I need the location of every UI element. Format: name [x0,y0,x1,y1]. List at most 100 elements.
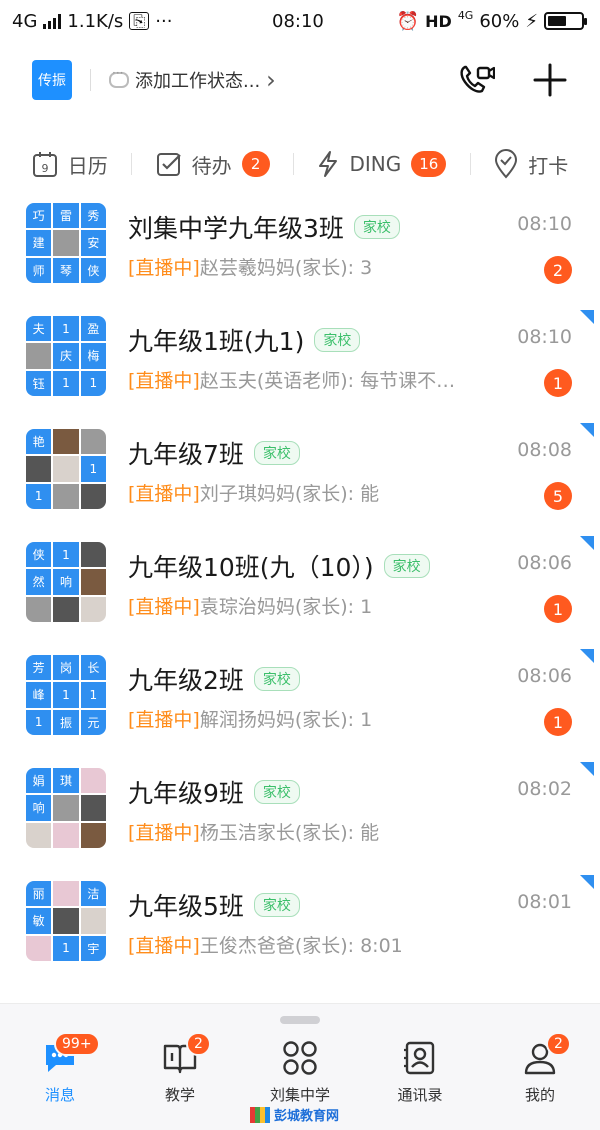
watermark-logo [250,1106,270,1123]
member-photo [80,596,106,622]
conversation-item[interactable]: 芳岗长峰 1 1 1 振元九年级2班 家校 08:06 [直播中]解润扬妈妈(家长): 11 [0,649,600,762]
group-avatar: 侠1然响 [26,542,106,622]
nav-teaching[interactable]: 2 教学 [120,1032,240,1110]
checkbox-icon [156,153,181,176]
conversation-time: 08:10 [517,213,572,235]
phone-video-icon [460,65,495,93]
video-call-button[interactable] [454,58,498,102]
pinned-corner-icon [580,649,594,663]
nav-mine[interactable]: 2 我的 [480,1032,600,1110]
member-photo [26,596,52,622]
unread-badge: 1 [544,595,572,623]
pinned-corner-icon [580,423,594,437]
conversation-item[interactable]: 丽 洁敏 1 宇九年级5班 家校 08:01 [直播中]王俊杰爸爸(家长): 8:01 [0,875,600,988]
conversation-time: 08:08 [517,439,572,461]
member-photo [53,483,79,509]
live-indicator: [直播中] [128,709,200,731]
todo-button[interactable]: 待办 2 [156,150,270,179]
network-speed: 1.1K/s [67,10,124,32]
conversation-preview: [直播中]刘子琪妈妈(家长): 能 [128,479,528,506]
book-icon: 2 [160,1032,211,1076]
member-tile: 元 [80,709,106,735]
member-photo [26,343,52,369]
nav-mine-label: 我的 [524,1086,555,1104]
pinned-corner-icon [580,536,594,550]
drag-handle[interactable] [280,1016,320,1024]
conversation-preview: [直播中]杨玉洁家长(家长): 能 [128,818,528,845]
member-tile: 响 [53,569,79,595]
conversation-preview: [直播中]赵芸羲妈妈(家长): 3 [128,253,528,280]
member-tile: 夫 [26,316,52,342]
conversation-preview: [直播中]赵玉夫(英语老师): 每节课不… [128,366,528,393]
calendar-button[interactable]: 9 日历 [32,150,108,179]
conversation-item[interactable]: 侠 1 然响九年级10班(九（10）) 家校 08:06 [直播中]袁琮治妈妈(家长): … [0,536,600,649]
conversation-preview: [直播中]袁琮治妈妈(家长): 1 [128,592,528,619]
last-message: 刘子琪妈妈(家长): 能 [199,483,380,505]
member-photo [53,230,79,256]
nav-teaching-label: 教学 [164,1086,195,1104]
checkin-label: 打卡 [528,153,569,178]
live-indicator: [直播中] [128,257,200,279]
conversation-title-row: 刘集中学九年级3班 家校 [128,209,400,245]
more-dots-icon: ··· [155,10,173,32]
apps-grid-icon [280,1040,320,1076]
member-tile: 庆 [53,343,79,369]
mine-badge: 2 [546,1032,571,1056]
member-photo [80,822,106,848]
nav-school[interactable]: 刘集中学 [240,1040,360,1110]
member-tile: 师 [26,257,52,283]
quick-divider [293,153,295,175]
conversation-item[interactable]: 娟琪响九年级9班 家校 08:02 [直播中]杨玉洁家长(家长): 能 [0,762,600,875]
calendar-icon: 9 [32,152,57,177]
conversation-title-row: 九年级10班(九（10）) 家校 [128,548,430,584]
home-school-tag: 家校 [253,893,300,917]
conversation-title-row: 九年级1班(九1) 家校 [128,322,361,358]
member-tile: 1 [80,370,106,396]
member-tile: 艳 [26,429,52,455]
conversation-list[interactable]: 巧雷秀建安师琴侠刘集中学九年级3班 家校 08:10 [直播中]赵芸羲妈妈(家长): … [0,200,600,1003]
location-check-icon [495,149,518,179]
signal-icon [43,13,62,29]
checkin-button[interactable]: 打卡 [494,149,568,179]
nav-contacts[interactable]: 通讯录 [360,1040,480,1110]
conversation-item[interactable]: 巧雷秀建 安师琴侠刘集中学九年级3班 家校 08:10 [直播中]赵芸羲妈妈(家长): … [0,200,600,310]
contact-book-icon [400,1040,440,1076]
work-status-label: 添加工作状态... [135,71,261,92]
work-status-button[interactable]: 添加工作状态... › [109,66,276,94]
member-tile: 娟 [26,768,52,794]
nav-messages[interactable]: 99+ 消息 [0,1032,120,1110]
ding-button[interactable]: DING 16 [317,150,447,178]
watermark: 彭城教育网 [250,1105,339,1124]
conversation-item[interactable]: 夫 1 盈庆梅钰 1 1 九年级1班(九1) 家校 08:10 [直播中]赵玉夫(英语老师): … [0,310,600,423]
member-tile: 侠 [26,542,52,568]
group-avatar: 夫1盈庆梅钰11 [26,316,106,396]
member-tile: 敏 [26,908,52,934]
hd-indicator: HD [425,11,452,31]
home-school-tag: 家校 [353,215,400,239]
ding-badge: 16 [411,151,447,177]
unread-badge: 1 [544,708,572,736]
header-divider [90,69,91,91]
group-avatar: 芳岗长峰111振元 [26,655,106,735]
member-photo [80,795,106,821]
signal-type: 4G [457,8,474,22]
member-tile: 建 [26,230,52,256]
person-icon: 2 [520,1032,571,1076]
member-photo [53,596,79,622]
member-tile: 长 [80,655,106,681]
member-tile: 钰 [26,370,52,396]
fax-button[interactable]: 传振 [32,60,72,100]
member-tile: 秀 [80,203,106,229]
member-photo [26,822,52,848]
plus-icon [533,63,567,97]
member-tile: 然 [26,569,52,595]
group-avatar: 娟琪响 [26,768,106,848]
nav-school-label: 刘集中学 [269,1086,330,1104]
status-bar: 4G 1.1K/s ⎘ ··· 08:10 ⏰ HD 4G 60% ⚡ [0,0,600,42]
status-time: 08:10 [272,10,324,32]
conversation-item[interactable]: 艳 1 1 九年级7班 家校 08:08 [直播中]刘子琪妈妈(家长): 能 5 [0,423,600,536]
teaching-badge: 2 [186,1032,211,1056]
member-photo [80,569,106,595]
add-button[interactable] [528,58,572,102]
home-school-tag: 家校 [253,780,300,804]
